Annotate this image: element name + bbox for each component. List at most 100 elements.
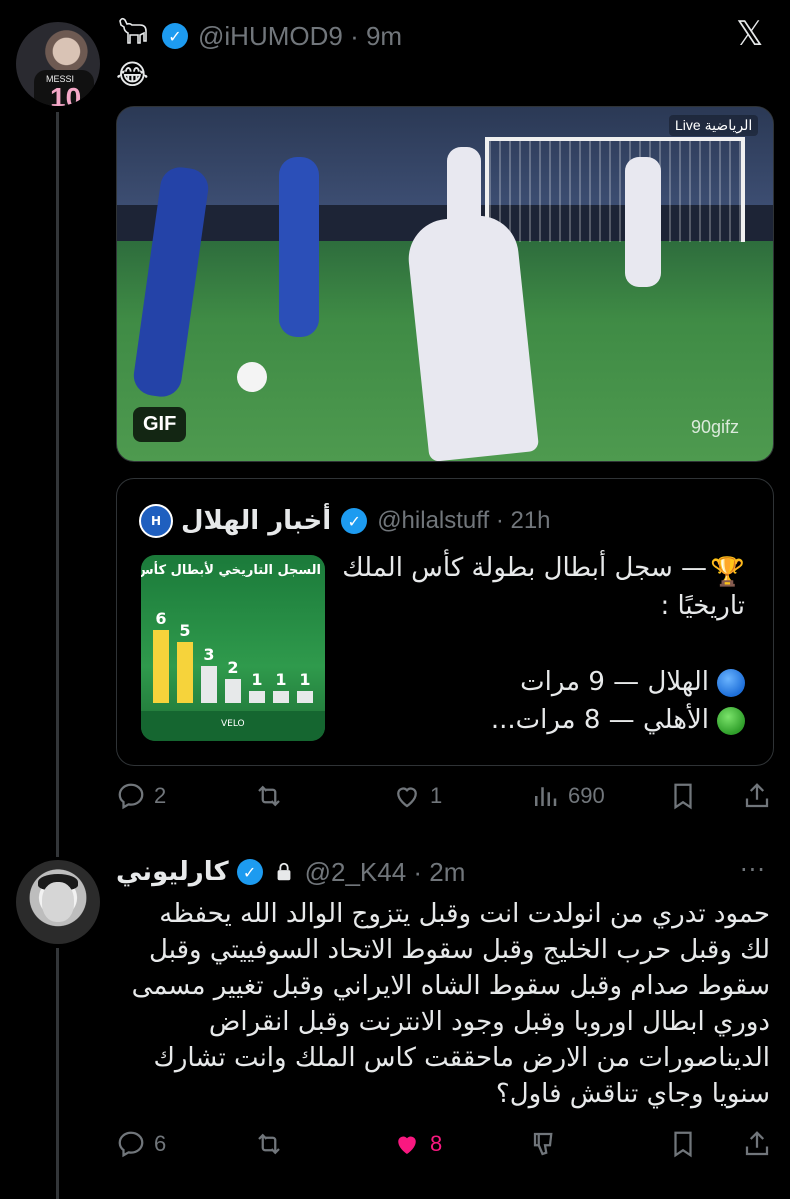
tweet-gif[interactable]: Live الرياضية GIF 90gifz	[116, 106, 774, 462]
like-button[interactable]: 8	[392, 1129, 442, 1159]
quoted-text-line-content: الهلال — 9 مرات	[520, 667, 709, 697]
tweet-actions: 2 1 690	[116, 776, 774, 816]
quoted-text-line	[325, 625, 745, 663]
bookmark-icon	[674, 783, 692, 810]
quoted-tweet[interactable]: H أخبار الهلال ✓ @hilalstuff · 21h السجل…	[116, 478, 774, 766]
verified-badge-icon: ✓	[162, 23, 188, 49]
avatar[interactable]	[16, 860, 100, 944]
views-icon	[535, 787, 557, 806]
like-button[interactable]: 1	[392, 781, 442, 811]
reply-button[interactable]: 6	[116, 1129, 166, 1159]
gif-channel-logo: Live الرياضية	[669, 115, 759, 136]
verified-badge-icon: ✓	[341, 508, 368, 534]
tweet-text-line: سقوط صدام وقبل سقوط الشاه الايراني وقبل …	[131, 971, 770, 1001]
verified-badge-icon: ✓	[236, 859, 263, 885]
tweet-text-line: الديناصورات من الارض ماحققت كاس الملك وا…	[153, 1043, 770, 1073]
thread-connector-line	[56, 948, 59, 1199]
avatar[interactable]: MESSI 10	[16, 22, 100, 106]
gif-scene-player	[404, 211, 540, 461]
thumbnail-footer-text: VELO	[221, 719, 245, 729]
gif-watermark: 90gifz	[691, 417, 740, 437]
reply-button[interactable]: 2	[116, 781, 166, 811]
retweet-icon	[258, 1133, 280, 1155]
thumbnail-bar-label: 2	[227, 658, 239, 677]
views-count: 690	[568, 783, 605, 808]
gif-badge: GIF	[133, 407, 187, 442]
thumbnail-bar	[297, 691, 313, 703]
bookmark-icon	[674, 1131, 692, 1158]
more-options-icon[interactable]: ···	[740, 856, 766, 884]
reply-icon	[118, 1131, 144, 1158]
x-logo-icon: 𝕏	[736, 15, 764, 53]
quoted-author-name: أخبار الهلال	[181, 506, 332, 536]
retweet-button[interactable]	[254, 781, 292, 811]
gif-scene-goal	[485, 137, 745, 242]
gif-scene-player	[625, 157, 661, 287]
like-count: 1	[430, 783, 443, 808]
share-icon	[745, 1131, 769, 1156]
thumbnail-bar	[177, 642, 193, 703]
tweet-text-line: حمود تدري من انولدت انت وقبل يتزوج الوال…	[159, 899, 770, 929]
lock-icon	[277, 862, 291, 881]
quoted-tweet-image[interactable]: السجل التاريخي لأبطال كأس الملك 6532111 …	[141, 555, 325, 741]
avatar-face	[42, 882, 74, 922]
share-button[interactable]	[742, 781, 780, 811]
downvote-button[interactable]	[530, 1129, 568, 1159]
tweet-text: 😂	[116, 58, 149, 91]
thumbnail-bar-label: 6	[155, 609, 167, 628]
thread-connector-line	[56, 112, 59, 857]
quoted-text-line: الأهلي — 8 مرات...	[325, 701, 745, 739]
tweet-text: حمود تدري من انولدت انت وقبل يتزوج الوال…	[116, 896, 770, 1112]
retweet-button[interactable]	[254, 1129, 292, 1159]
blue-circle-icon	[717, 668, 745, 697]
tweet-text-line: دوري ابطال اوروبا وقبل وجود الانترنت وقب…	[208, 1007, 770, 1037]
downvote-icon	[533, 1132, 553, 1156]
views-button[interactable]: 690	[530, 781, 605, 811]
quoted-text-line: الهلال — 9 مرات	[325, 663, 745, 701]
heart-filled-icon	[398, 1136, 416, 1154]
retweet-icon	[258, 785, 280, 807]
thumbnail-bar	[225, 679, 241, 703]
quoted-text-line-content: الأهلي — 8 مرات...	[490, 705, 709, 735]
goat-emoji-icon	[116, 15, 150, 57]
thumbnail-bar	[249, 691, 265, 703]
thumbnail-bar	[273, 691, 289, 703]
gif-scene-player	[279, 157, 319, 337]
share-button[interactable]	[742, 1129, 780, 1159]
trophy-icon: 🏆	[710, 554, 745, 588]
quoted-tweet-header: H أخبار الهلال ✓ @hilalstuff · 21h	[139, 501, 551, 541]
thumbnail-bar	[153, 630, 169, 703]
tweet-author-handle[interactable]: @2_K44 · 2m	[305, 857, 466, 888]
thumbnail-title: السجل التاريخي لأبطال كأس الملك	[141, 563, 321, 578]
quoted-tweet-text: 🏆— سجل أبطال بطولة كأس الملك تاريخيًا : …	[325, 549, 745, 739]
tweet-text-line: لك وقبل حرب الخليج وقبل سقوط الاتحاد الس…	[149, 935, 770, 965]
tweet-header: كارليوني ✓ @2_K44 · 2m	[116, 852, 465, 892]
tweet-actions: 6 8	[116, 1124, 774, 1164]
quoted-text-line-content: — سجل أبطال بطولة كأس الملك	[342, 553, 707, 583]
thumbnail-bar-label: 1	[251, 670, 263, 689]
share-icon	[745, 783, 769, 808]
quoted-text-line: تاريخيًا :	[660, 591, 745, 621]
heart-icon	[397, 787, 417, 808]
gif-scene-ball	[237, 362, 267, 392]
tweet-text-line: سنويا وجاي تناقش فاول؟	[495, 1079, 770, 1109]
thumbnail-bar	[201, 666, 217, 703]
bookmark-button[interactable]	[668, 781, 706, 811]
reply-icon	[118, 783, 144, 810]
green-circle-icon	[717, 706, 745, 735]
reply-count: 6	[154, 1131, 167, 1156]
bookmark-button[interactable]	[668, 1129, 706, 1159]
thumbnail-bar-label: 1	[299, 670, 311, 689]
thumbnail-bar-label: 1	[275, 670, 287, 689]
tweet-author-name[interactable]: كارليوني	[116, 857, 229, 887]
thumbnail-footer: VELO	[141, 711, 325, 741]
hilal-logo-icon: H	[139, 504, 173, 538]
tweet-author-handle[interactable]: @iHUMOD9 · 9m	[198, 21, 402, 52]
tweet-header: ✓ @iHUMOD9 · 9m	[116, 16, 402, 56]
like-count: 8	[430, 1131, 443, 1156]
reply-count: 2	[154, 783, 167, 808]
thumbnail-bar-label: 3	[203, 645, 215, 664]
quoted-author-handle: @hilalstuff · 21h	[377, 507, 551, 534]
thumbnail-bar-label: 5	[179, 621, 191, 640]
quoted-text-line: 🏆— سجل أبطال بطولة كأس الملك	[325, 549, 745, 588]
